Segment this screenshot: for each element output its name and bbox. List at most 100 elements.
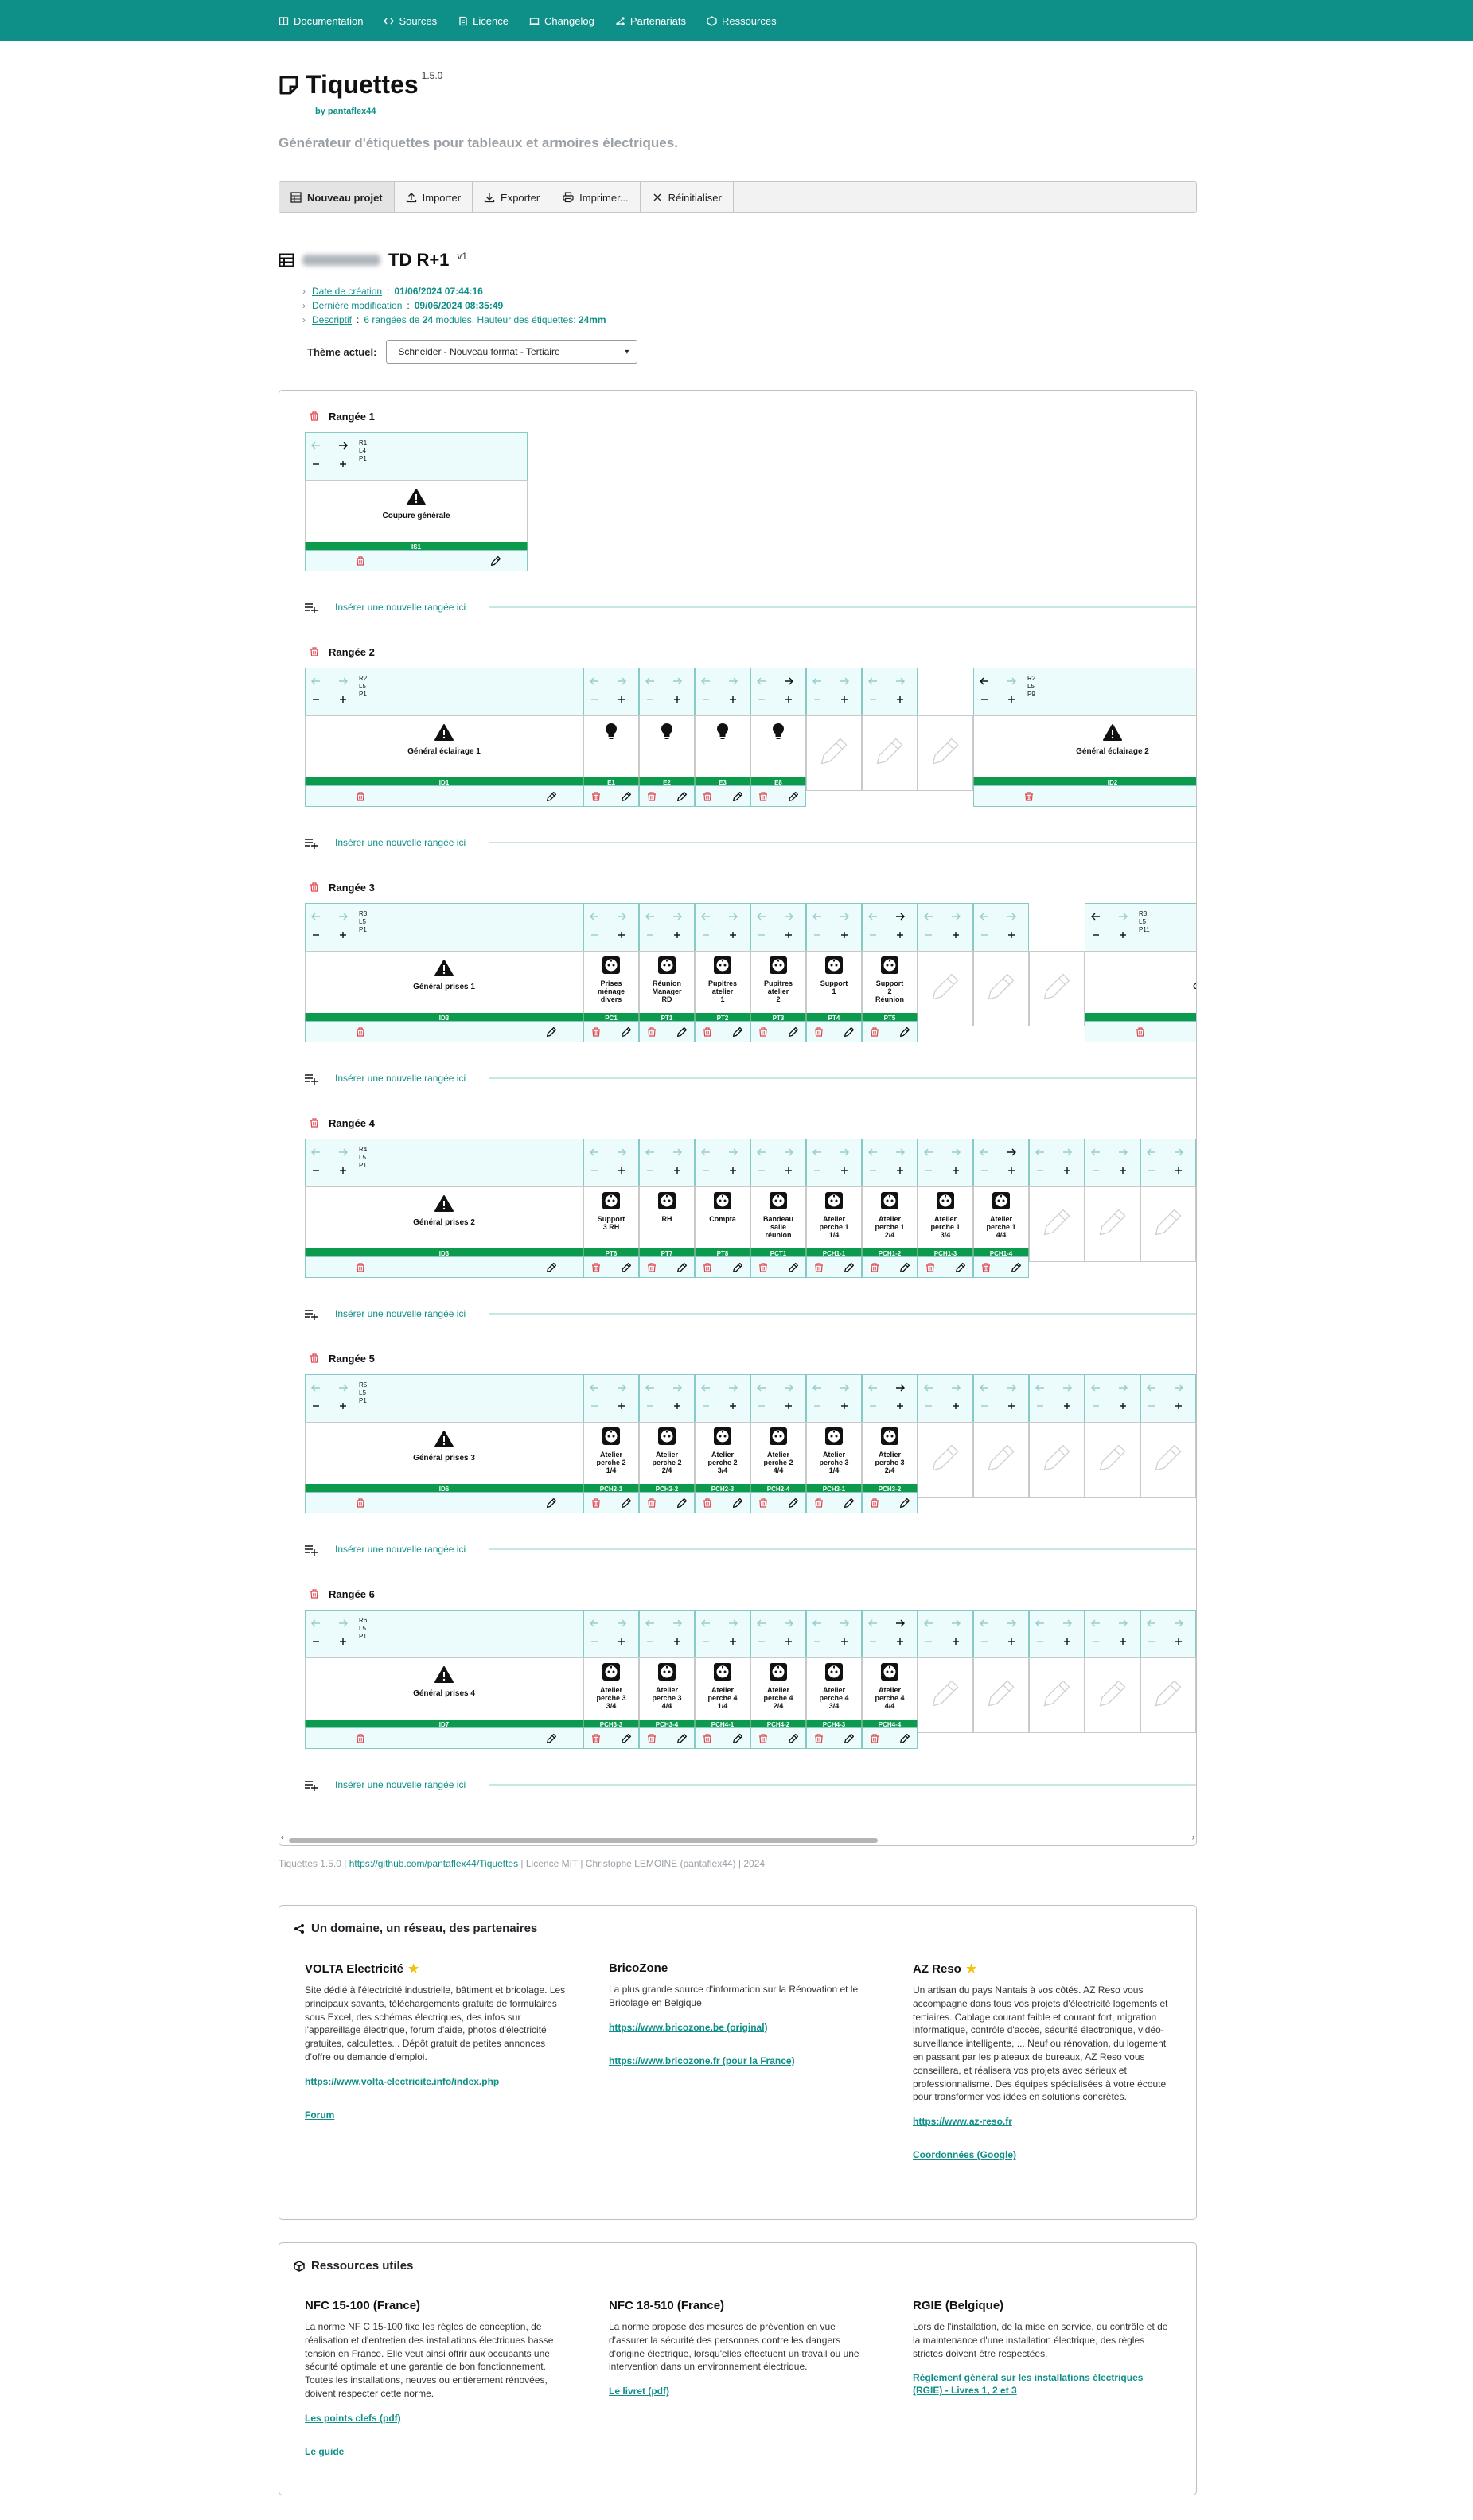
empty-slot[interactable] [1029, 1610, 1085, 1733]
insert-row-button[interactable]: Insérer une nouvelle rangée ici [305, 1073, 466, 1085]
nav-partenariats[interactable]: Partenariats [615, 15, 686, 27]
empty-slot[interactable] [1029, 1139, 1085, 1262]
partner-link[interactable]: https://www.bricozone.be (original) [609, 2021, 871, 2034]
module[interactable]: Support1 PT4 [806, 903, 862, 1042]
theme-select[interactable]: Schneider - Nouveau format - Tertiaire ▾ [386, 340, 638, 364]
main-breaker[interactable]: R4L5P1 Général prises 2 ID3 [305, 1139, 583, 1278]
module[interactable]: E2 [639, 668, 695, 807]
module[interactable]: Support3 RH PT6 [583, 1139, 639, 1278]
resource-link[interactable]: Règlement général sur les installations … [913, 2371, 1175, 2397]
module[interactable]: Atelierperche 34/4 PCH3-4 [639, 1610, 695, 1749]
scroll-left-icon[interactable]: ‹ [281, 1833, 283, 1842]
empty-slot[interactable] [973, 1610, 1029, 1733]
module[interactable]: RH PT7 [639, 1139, 695, 1278]
upload-button[interactable]: Importer [394, 182, 473, 212]
description-label[interactable]: Descriptif [312, 313, 352, 327]
empty-slot[interactable] [806, 668, 862, 791]
module[interactable]: Atelierperche 33/4 PCH3-3 [583, 1610, 639, 1749]
empty-slot[interactable] [973, 1374, 1029, 1498]
resource-link[interactable]: Le guide [305, 2445, 567, 2458]
nav-documentation[interactable]: Documentation [279, 15, 363, 27]
partner-link[interactable]: https://www.bricozone.fr (pour la France… [609, 2055, 871, 2067]
partner-link[interactable]: Coordonnées (Google) [913, 2148, 1175, 2161]
main-breaker[interactable]: R2L5P9 Général éclairage 2 ID2 [973, 668, 1198, 807]
empty-slot[interactable] [918, 715, 973, 791]
module[interactable]: Atelierperche 24/4 PCH2-4 [750, 1374, 806, 1513]
empty-slot[interactable] [1085, 1139, 1140, 1262]
module[interactable]: Bandeausalleréunion PCT1 [750, 1139, 806, 1278]
partner-link[interactable]: Forum [305, 2109, 567, 2121]
insert-row-button[interactable]: Insérer une nouvelle rangée ici [305, 837, 466, 849]
new-project-button[interactable]: Nouveau projet [279, 182, 395, 212]
module[interactable]: Prisesménagedivers PC1 [583, 903, 639, 1042]
nav-ressources[interactable]: Ressources [707, 15, 777, 27]
delete-row-icon[interactable] [310, 647, 318, 656]
module[interactable]: E1 [583, 668, 639, 807]
module[interactable]: Support2Réunion PT5 [862, 903, 918, 1042]
module[interactable]: Atelierperche 44/4 PCH4-4 [862, 1610, 918, 1749]
footer-github-link[interactable]: https://github.com/pantaflex44/Tiquettes [349, 1858, 518, 1869]
main-breaker[interactable]: R2L5P1 Général éclairage 1 ID1 [305, 668, 583, 807]
empty-slot[interactable] [918, 1374, 973, 1498]
empty-slot[interactable] [918, 1610, 973, 1733]
resource-link[interactable]: Les points clefs (pdf) [305, 2412, 567, 2425]
delete-row-icon[interactable] [310, 411, 318, 421]
partner-link[interactable]: https://www.volta-electricite.info/index… [305, 2075, 567, 2088]
delete-row-icon[interactable] [310, 1118, 318, 1128]
main-breaker[interactable]: R6L5P1 Général prises 4 ID7 [305, 1610, 583, 1749]
insert-row-button[interactable]: Insérer une nouvelle rangée ici [305, 602, 466, 613]
scroll-right-icon[interactable]: › [1192, 1833, 1194, 1842]
delete-row-icon[interactable] [310, 1353, 318, 1363]
empty-slot[interactable] [1197, 1139, 1198, 1262]
module[interactable]: Atelierperche 41/4 PCH4-1 [695, 1610, 750, 1749]
download-button[interactable]: Exporter [473, 182, 552, 212]
empty-slot[interactable] [1085, 1610, 1140, 1733]
module[interactable]: Atelierperche 14/4 PCH1-4 [973, 1139, 1029, 1278]
empty-slot[interactable] [1140, 1374, 1196, 1498]
nav-changelog[interactable]: Changelog [529, 15, 594, 27]
main-breaker[interactable]: R3L5P11Général prises 5ID4 [1085, 903, 1198, 1042]
module[interactable]: Pupitresatelier1 PT2 [695, 903, 750, 1042]
module[interactable]: Atelierperche 22/4 PCH2-2 [639, 1374, 695, 1513]
partner-link[interactable]: https://www.az-reso.fr [913, 2115, 1175, 2128]
horizontal-scrollbar[interactable]: ‹ › [279, 1833, 1196, 1845]
main-breaker[interactable]: R1L4P1 Coupure générale IS1 [305, 432, 528, 571]
empty-slot[interactable] [1140, 1139, 1196, 1262]
module[interactable]: Atelierperche 31/4 PCH3-1 [806, 1374, 862, 1513]
module[interactable]: RéunionManagerRD PT1 [639, 903, 695, 1042]
delete-row-icon[interactable] [310, 1589, 318, 1599]
author-link[interactable]: by pantaflex44 [315, 107, 376, 116]
delete-row-icon[interactable] [310, 882, 318, 892]
module[interactable]: E8 [750, 668, 806, 807]
module[interactable]: Compta PT8 [695, 1139, 750, 1278]
empty-slot[interactable] [1085, 1374, 1140, 1498]
close-button[interactable]: Réinitialiser [640, 182, 734, 212]
module[interactable]: Atelierperche 23/4 PCH2-3 [695, 1374, 750, 1513]
main-breaker[interactable]: R5L5P1 Général prises 3 ID6 [305, 1374, 583, 1513]
empty-slot[interactable] [862, 668, 918, 791]
modified-label[interactable]: Dernière modification [312, 298, 402, 313]
scrollbar-thumb[interactable] [289, 1838, 878, 1843]
module[interactable]: Atelierperche 42/4 PCH4-2 [750, 1610, 806, 1749]
nav-licence[interactable]: Licence [458, 15, 509, 27]
module[interactable]: Atelierperche 21/4 PCH2-1 [583, 1374, 639, 1513]
module[interactable]: Atelierperche 11/4 PCH1-1 [806, 1139, 862, 1278]
insert-row-button[interactable]: Insérer une nouvelle rangée ici [305, 1308, 466, 1320]
module[interactable]: Atelierperche 13/4 PCH1-3 [918, 1139, 973, 1278]
module[interactable]: Atelierperche 43/4 PCH4-3 [806, 1610, 862, 1749]
empty-slot[interactable] [1029, 1374, 1085, 1498]
insert-row-button[interactable]: Insérer une nouvelle rangée ici [305, 1779, 466, 1791]
empty-slot[interactable] [1140, 1610, 1196, 1733]
nav-sources[interactable]: Sources [384, 15, 437, 27]
created-label[interactable]: Date de création [312, 284, 382, 298]
module[interactable]: Pupitresatelier2 PT3 [750, 903, 806, 1042]
empty-slot[interactable] [1029, 951, 1085, 1026]
module[interactable]: E3 [695, 668, 750, 807]
empty-slot[interactable] [918, 903, 973, 1026]
module[interactable]: Atelierperche 32/4 PCH3-2 [862, 1374, 918, 1513]
print-button[interactable]: Imprimer... [551, 182, 641, 212]
insert-row-button[interactable]: Insérer une nouvelle rangée ici [305, 1544, 466, 1556]
module[interactable]: Atelierperche 12/4 PCH1-2 [862, 1139, 918, 1278]
resource-link[interactable]: Le livret (pdf) [609, 2385, 871, 2397]
main-breaker[interactable]: R3L5P1 Général prises 1 ID3 [305, 903, 583, 1042]
